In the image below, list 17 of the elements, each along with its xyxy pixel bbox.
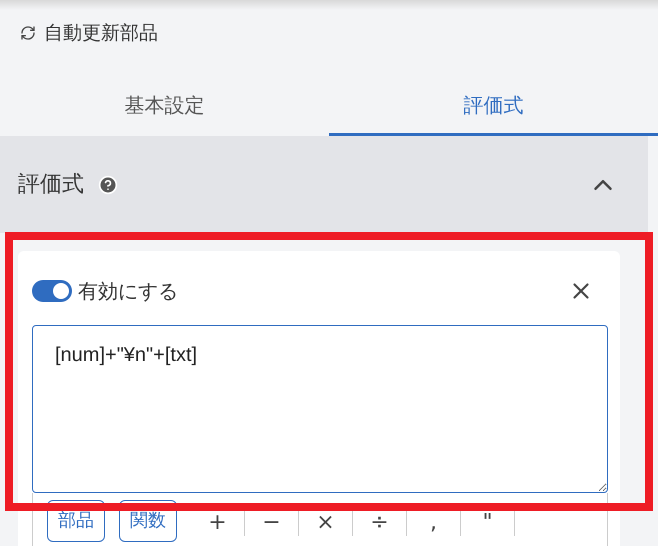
section-header[interactable]: 評価式 [0, 136, 648, 233]
section-title: 評価式 [18, 171, 84, 199]
panel-title: 自動更新部品 [44, 20, 158, 46]
toggle-label: 有効にする [78, 278, 178, 305]
insert-button[interactable]: 関数 [119, 500, 177, 542]
operator-button[interactable]: ÷ [353, 506, 407, 536]
expression-field[interactable]: [num]+"¥n"+[txt] [32, 325, 608, 493]
operator-button[interactable]: − [245, 506, 299, 536]
insert-button[interactable]: 部品 [47, 500, 105, 542]
operator-button[interactable]: " [461, 506, 515, 536]
operator-button[interactable]: , [407, 506, 461, 536]
operator-button[interactable]: + [191, 506, 245, 536]
help-icon[interactable] [98, 174, 118, 194]
refresh-icon[interactable] [20, 25, 36, 41]
tab[interactable]: 基本設定 [0, 76, 329, 136]
toggle-switch[interactable] [32, 280, 72, 302]
operator-button[interactable]: × [299, 506, 353, 536]
